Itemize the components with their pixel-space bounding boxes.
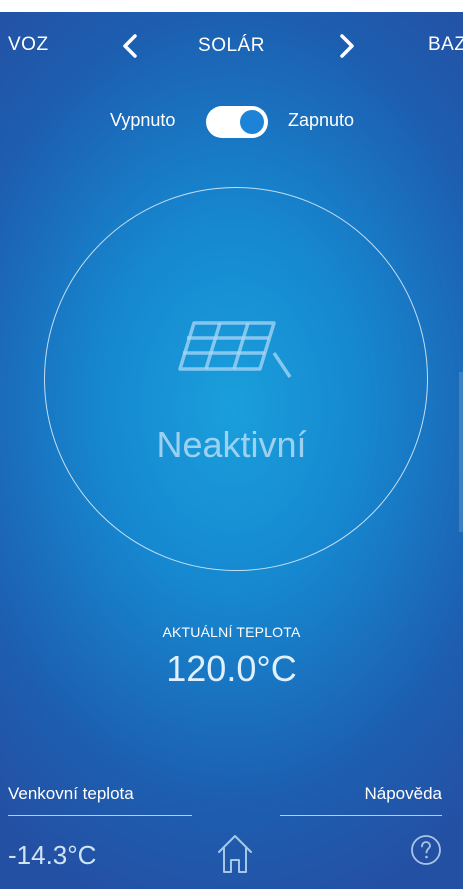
home-icon[interactable] xyxy=(215,832,255,876)
toggle-knob xyxy=(240,110,264,134)
divider-right xyxy=(280,815,442,816)
current-temperature-label: AKTUÁLNÍ TEPLOTA xyxy=(162,624,301,640)
edge-handle[interactable] xyxy=(459,372,463,532)
outdoor-temperature-value: -14.3°C xyxy=(8,840,97,870)
power-toggle[interactable] xyxy=(206,106,268,138)
toggle-on-label: Zapnuto xyxy=(288,110,355,130)
power-toggle-row: Vypnuto Zapnuto xyxy=(0,104,463,144)
nav-current-title: SOLÁR xyxy=(198,35,265,56)
solar-screen: VOZ SOLÁR BAZ Vypnuto Zapnuto Neaktivní … xyxy=(0,12,463,889)
question-circle-icon[interactable] xyxy=(410,834,442,866)
divider-left xyxy=(8,815,192,816)
help-label[interactable]: Nápověda xyxy=(364,784,442,804)
top-navigation: VOZ SOLÁR BAZ xyxy=(0,12,463,82)
outdoor-temperature-label: Venkovní teplota xyxy=(8,784,134,803)
toggle-off-label: Vypnuto xyxy=(110,110,176,130)
current-temperature-value: 120.0°C xyxy=(166,648,297,689)
status-text: Neaktivní xyxy=(156,424,307,465)
chevron-right-icon[interactable] xyxy=(332,32,360,60)
solar-panel-icon xyxy=(178,321,292,378)
nav-next-label[interactable]: BAZ xyxy=(428,34,463,56)
